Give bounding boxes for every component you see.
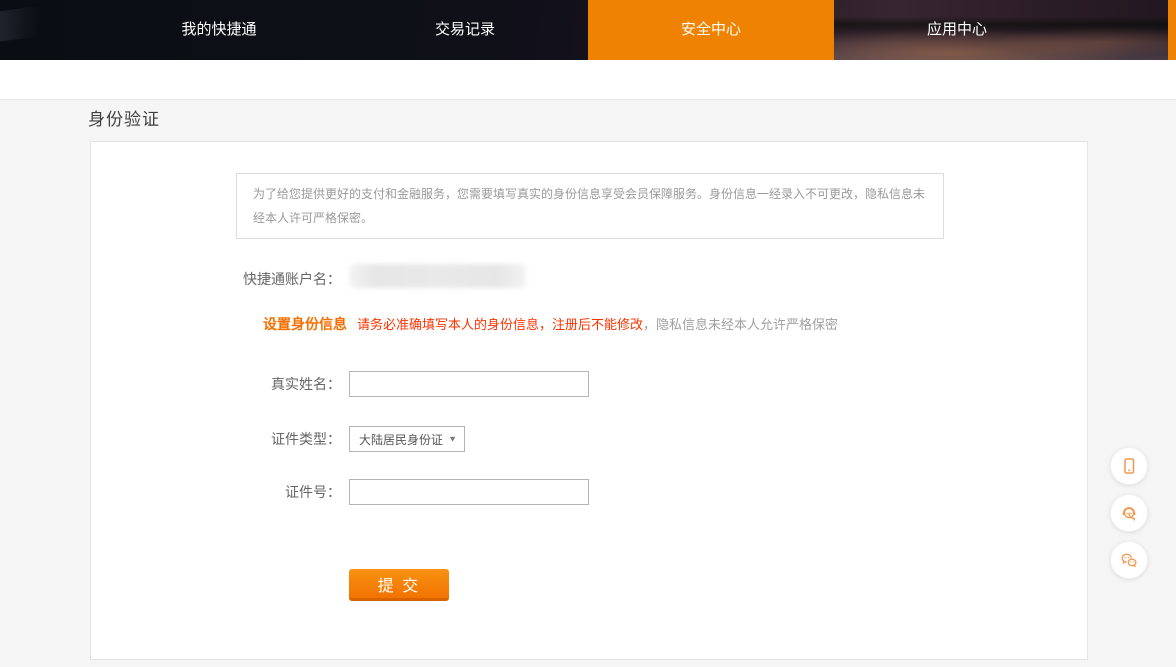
wechat-icon: [1119, 550, 1139, 570]
account-name-label: 快捷通账户名：: [243, 271, 341, 287]
section-warning-red: 请务必准确填写本人的身份信息，注册后不能修改: [357, 317, 644, 332]
id-type-select[interactable]: 大陆居民身份证 ▼: [349, 426, 465, 452]
real-name-label: 真实姓名：: [271, 376, 341, 392]
section-warning-gray: ，隐私信息未经本人允许严格保密: [643, 317, 839, 332]
real-name-input[interactable]: [349, 371, 589, 397]
chevron-down-icon: ▼: [448, 434, 457, 444]
mobile-icon: [1120, 457, 1138, 475]
id-number-label: 证件号：: [285, 484, 341, 500]
tab-transaction-records[interactable]: 交易记录: [342, 0, 588, 60]
account-name-redacted-value: [349, 264, 526, 288]
notice-box: 为了给您提供更好的支付和金融服务，您需要填写真实的身份信息享受会员保障服务。身份…: [236, 173, 944, 239]
page-title: 身份验证: [88, 110, 160, 129]
submit-button[interactable]: 提 交: [349, 569, 449, 601]
tab-security-center[interactable]: 安全中心: [588, 0, 834, 60]
identity-verification-panel: 为了给您提供更好的支付和金融服务，您需要填写真实的身份信息享受会员保障服务。身份…: [90, 141, 1088, 660]
mobile-tool-button[interactable]: [1110, 447, 1148, 485]
id-number-input[interactable]: [349, 479, 589, 505]
screen: 我的快捷通 交易记录 安全中心 应用中心 身份验证 为了给您提供更好的支付和金融…: [0, 0, 1176, 667]
id-type-selected-value: 大陆居民身份证: [359, 432, 444, 447]
id-type-label: 证件类型：: [271, 431, 341, 447]
wechat-button[interactable]: [1110, 541, 1148, 579]
section-title: 设置身份信息: [263, 316, 347, 332]
tab-app-center[interactable]: 应用中心: [834, 0, 1080, 60]
nav-right-accent: [1168, 0, 1176, 60]
sub-header-bar: [0, 60, 1176, 100]
notice-text: 为了给您提供更好的支付和金融服务，您需要填写真实的身份信息享受会员保障服务。身份…: [253, 187, 926, 225]
nav-tabs: 我的快捷通 交易记录 安全中心 应用中心: [96, 0, 1080, 60]
section-header: 设置身份信息 请务必准确填写本人的身份信息，注册后不能修改，隐私信息未经本人允许严…: [263, 314, 838, 335]
customer-service-chat-icon: [1119, 503, 1139, 523]
nav-light-beam: [0, 3, 62, 43]
customer-service-button[interactable]: [1110, 494, 1148, 532]
top-navigation: 我的快捷通 交易记录 安全中心 应用中心: [0, 0, 1176, 60]
tab-my-kuaijietong[interactable]: 我的快捷通: [96, 0, 342, 60]
